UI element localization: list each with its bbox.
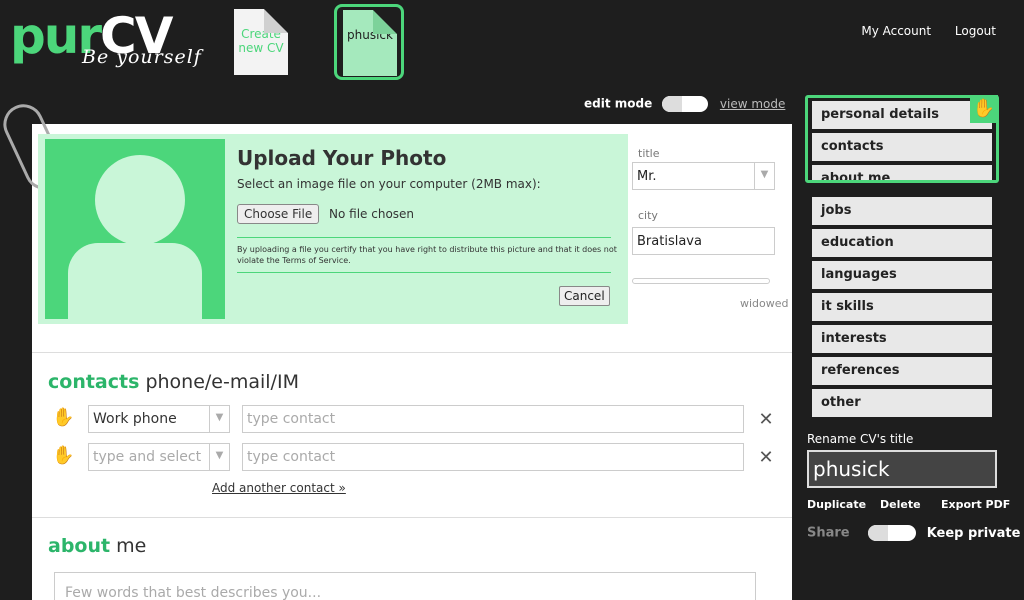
- about-section-title: about me: [48, 535, 146, 557]
- active-cv-name: phusick: [347, 28, 393, 42]
- share-label: Share: [807, 525, 850, 541]
- contact-type-select[interactable]: type and select ▼: [88, 443, 230, 471]
- drag-hand-icon[interactable]: ✋: [52, 445, 74, 467]
- view-mode-link[interactable]: view mode: [720, 97, 785, 111]
- rename-cv-label: Rename CV's title: [807, 432, 914, 446]
- add-contact-link[interactable]: Add another contact »: [212, 481, 346, 495]
- export-pdf-button[interactable]: Export PDF: [941, 498, 1010, 511]
- contacts-title-rest: phone/e-mail/IM: [139, 371, 299, 393]
- purcv-logo[interactable]: purCV Be yourself: [10, 6, 225, 76]
- rename-cv-value: phusick: [813, 457, 890, 481]
- file-status: No file chosen: [329, 207, 415, 221]
- choose-file-button[interactable]: Choose File: [237, 204, 320, 224]
- sidebar-item-it-skills[interactable]: it skills: [812, 293, 992, 321]
- my-account-link[interactable]: My Account: [861, 24, 931, 38]
- upload-title: Upload Your Photo: [237, 146, 447, 170]
- chevron-down-icon: ▼: [209, 406, 229, 432]
- sidebar-item-interests[interactable]: interests: [812, 325, 992, 353]
- marital-status-slider[interactable]: [632, 278, 770, 284]
- mode-switch: edit mode view mode: [584, 96, 785, 112]
- sidebar-item-references[interactable]: references: [812, 357, 992, 385]
- section-divider: [32, 517, 792, 518]
- contacts-section-title: contacts phone/e-mail/IM: [48, 371, 299, 393]
- rename-cv-input[interactable]: phusick: [807, 450, 997, 488]
- document-icon: phusick: [343, 10, 397, 76]
- remove-contact-icon[interactable]: ✕: [758, 449, 774, 467]
- logo-tagline: Be yourself: [82, 46, 202, 68]
- edit-mode-label: edit mode: [584, 96, 653, 111]
- chevron-down-icon: ▼: [209, 444, 229, 470]
- app-header: purCV Be yourself Create new CV phusick …: [0, 0, 1024, 90]
- create-cv-line1: Create: [241, 27, 281, 41]
- contact-value-placeholder: type contact: [247, 449, 336, 465]
- active-cv-tab[interactable]: phusick: [334, 4, 404, 80]
- drag-hand-icon[interactable]: ✋: [52, 407, 74, 429]
- avatar-placeholder-icon: [45, 139, 225, 319]
- keep-private-label: Keep private: [926, 525, 1021, 541]
- avatar-head: [95, 155, 185, 245]
- create-new-cv-button[interactable]: Create new CV: [234, 9, 288, 75]
- title-label: title: [638, 147, 660, 160]
- mode-toggle[interactable]: [662, 96, 709, 112]
- share-toggle-row: Share Keep private: [807, 525, 1020, 541]
- about-placeholder: Few words that best describes you...: [65, 585, 322, 600]
- marital-status-value: widowed: [740, 297, 789, 310]
- contact-value-input[interactable]: type contact: [242, 405, 744, 433]
- create-cv-line2: new CV: [238, 41, 284, 55]
- section-divider: [32, 352, 792, 353]
- city-value: Bratislava: [637, 234, 702, 249]
- top-nav: My Account Logout: [841, 24, 996, 38]
- city-input[interactable]: Bratislava: [632, 227, 775, 255]
- title-value: Mr.: [637, 169, 657, 184]
- city-label: city: [638, 209, 658, 222]
- contact-type-placeholder: type and select: [93, 449, 202, 465]
- cancel-button[interactable]: Cancel: [559, 286, 610, 306]
- sidebar-item-education[interactable]: education: [812, 229, 992, 257]
- duplicate-button[interactable]: Duplicate: [807, 498, 866, 511]
- file-picker: Choose File No file chosen: [237, 204, 414, 224]
- logout-link[interactable]: Logout: [955, 24, 996, 38]
- about-title-rest: me: [110, 535, 147, 557]
- contact-type-select[interactable]: Work phone ▼: [88, 405, 230, 433]
- delete-button[interactable]: Delete: [880, 498, 921, 511]
- about-textarea[interactable]: Few words that best describes you...: [54, 572, 756, 600]
- remove-contact-icon[interactable]: ✕: [758, 411, 774, 429]
- divider: [237, 237, 611, 238]
- upload-hint: Select an image file on your computer (2…: [237, 177, 541, 191]
- about-title-strong: about: [48, 535, 111, 557]
- contact-value-placeholder: type contact: [247, 411, 336, 427]
- divider: [237, 272, 611, 273]
- title-select[interactable]: Mr. ▼: [632, 162, 775, 190]
- share-toggle[interactable]: [868, 525, 917, 541]
- upload-photo-dialog: Upload Your Photo Select an image file o…: [38, 134, 628, 324]
- drag-hand-icon[interactable]: ✋: [970, 95, 998, 123]
- sidebar-item-languages[interactable]: languages: [812, 261, 992, 289]
- avatar-body: [68, 243, 202, 319]
- upload-terms: By uploading a file you certify that you…: [237, 245, 617, 265]
- chevron-down-icon: ▼: [754, 163, 774, 189]
- contact-type-value: Work phone: [93, 411, 177, 427]
- contacts-title-strong: contacts: [48, 371, 140, 393]
- sidebar-item-other[interactable]: other: [812, 389, 992, 417]
- contact-value-input[interactable]: type contact: [242, 443, 744, 471]
- sidebar-item-jobs[interactable]: jobs: [812, 197, 992, 225]
